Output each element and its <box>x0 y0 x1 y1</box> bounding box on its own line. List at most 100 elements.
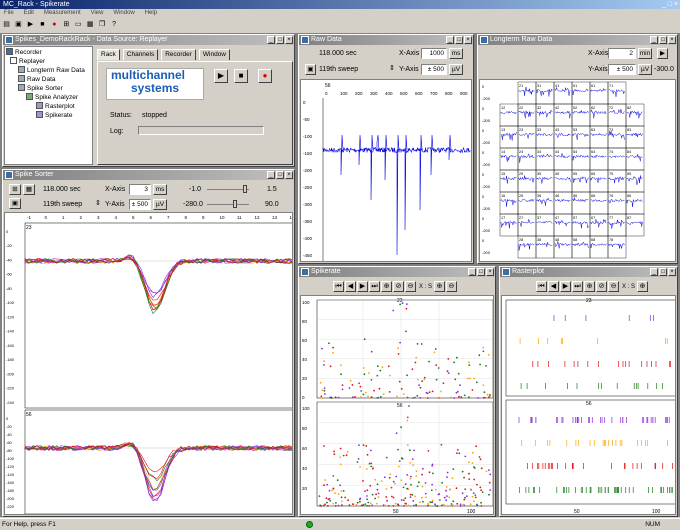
maximize-icon[interactable]: □ <box>477 268 485 276</box>
tile-icon[interactable]: ▦ <box>85 20 95 29</box>
longterm-channel-label: 36 <box>537 194 541 198</box>
menu-window[interactable]: Window <box>113 10 134 16</box>
zoom-in-icon[interactable]: ⊕ <box>381 281 392 292</box>
close-icon[interactable]: × <box>486 268 494 276</box>
first-icon[interactable]: ⏮ <box>333 281 344 292</box>
tab-recorder[interactable]: Recorder <box>161 49 196 60</box>
maximize-icon[interactable]: □ <box>276 36 284 44</box>
maximize-icon[interactable]: □ <box>455 36 463 44</box>
window-controls[interactable]: _ □ × <box>662 0 678 9</box>
spikerate-point <box>344 496 346 499</box>
menu-measurement[interactable]: Measurement <box>44 10 81 16</box>
close-icon[interactable]: × <box>668 36 676 44</box>
sorter-view-icon[interactable]: ⊞ <box>9 184 21 195</box>
first-icon[interactable]: ⏮ <box>536 281 547 292</box>
sorter-spin-icon[interactable]: ⇕ <box>95 199 101 207</box>
longterm-yaxis-value[interactable]: ± 500 <box>608 64 636 75</box>
zoom-in-icon[interactable]: ⊕ <box>584 281 595 292</box>
longterm-yaxis-unit[interactable]: µV <box>638 64 652 75</box>
longterm-yaxis-label: Y-Axis <box>588 66 608 73</box>
tab-channels[interactable]: Channels <box>122 49 159 60</box>
menu-file[interactable]: File <box>4 10 14 16</box>
minimize-icon[interactable]: _ <box>267 36 275 44</box>
save-icon[interactable]: ▣ <box>13 20 23 29</box>
next-icon[interactable]: ▶ <box>560 281 571 292</box>
play-icon[interactable]: ▶ <box>25 20 35 29</box>
tree-item-spikeanalyzer[interactable]: Spike Analyzer <box>6 93 91 102</box>
sorter-thr2-slider[interactable] <box>207 204 249 205</box>
sorter-xaxis-unit[interactable]: ms <box>153 184 167 195</box>
last-icon[interactable]: ⏭ <box>572 281 583 292</box>
zoom-reset-icon[interactable]: ⊘ <box>393 281 404 292</box>
tree-item-spikesorter[interactable]: Spike Sorter <box>6 84 91 93</box>
tree-item-recorder[interactable]: Recorder <box>6 48 91 57</box>
zoom-y-icon[interactable]: ⊖ <box>445 281 457 292</box>
zoom-out-icon[interactable]: ⊖ <box>608 281 619 292</box>
window-icon[interactable]: ▭ <box>73 20 83 29</box>
longterm-xaxis-value[interactable]: 2 <box>608 48 636 59</box>
prev-icon[interactable]: ◀ <box>548 281 559 292</box>
status-text: For Help, press F1 <box>2 521 56 528</box>
sorter-yaxis-value[interactable]: ± 500 <box>129 199 151 210</box>
tab-rack[interactable]: Rack <box>97 49 120 60</box>
minimize-icon[interactable]: _ <box>446 36 454 44</box>
spikerate-point <box>468 478 471 480</box>
menu-view[interactable]: View <box>91 10 104 16</box>
zoom-x-icon[interactable]: ⊕ <box>636 281 648 292</box>
rack-play-button[interactable]: ▶ <box>214 69 228 83</box>
zoom-reset-icon[interactable]: ⊘ <box>596 281 607 292</box>
rack-stop-button[interactable]: ■ <box>234 69 248 83</box>
tree-item-replayer[interactable]: Replayer <box>6 57 91 66</box>
rawdata-save-icon[interactable]: ▣ <box>305 64 316 75</box>
longterm-xaxis-unit[interactable]: min <box>638 48 652 59</box>
spikerate-point <box>489 489 492 491</box>
rawdata-xaxis-unit[interactable]: ms <box>449 48 463 59</box>
menu-edit[interactable]: Edit <box>24 10 34 16</box>
sorter-thr1-handle[interactable] <box>243 185 247 193</box>
spikerate-point <box>405 307 408 310</box>
tree-item-rawdata[interactable]: Raw Data <box>6 75 91 84</box>
close-icon[interactable]: × <box>464 36 472 44</box>
menu-help[interactable]: Help <box>145 10 157 16</box>
tree-item-spikerate[interactable]: Spikerate <box>6 111 91 120</box>
config-icon[interactable]: ⊞ <box>61 20 71 29</box>
maximize-icon[interactable]: □ <box>659 36 667 44</box>
zoom-out-icon[interactable]: ⊖ <box>405 281 416 292</box>
tree-item-longterm[interactable]: Longterm Raw Data <box>6 66 91 75</box>
spikerate-point <box>407 504 410 507</box>
rawdata-xaxis-value[interactable]: 1000 <box>421 48 447 59</box>
sorter-save-icon[interactable]: ▣ <box>9 198 21 209</box>
rack-panel: multichannel systems ▶ ■ ● Status: stopp… <box>97 61 293 165</box>
rack-record-button[interactable]: ● <box>258 69 272 83</box>
spikerate-ytick: 20 <box>302 376 308 381</box>
close-icon[interactable]: × <box>668 268 676 276</box>
next-icon[interactable]: ▶ <box>357 281 368 292</box>
prev-icon[interactable]: ◀ <box>345 281 356 292</box>
sorter-grid-icon[interactable]: ▦ <box>23 184 35 195</box>
record-icon[interactable]: ● <box>49 20 59 29</box>
minimize-icon[interactable]: _ <box>468 268 476 276</box>
rawdata-yaxis-unit[interactable]: µV <box>449 64 463 75</box>
sorter-thr2-handle[interactable] <box>233 200 237 208</box>
sorter-xaxis-value[interactable]: 3 <box>129 184 151 195</box>
stop-icon[interactable]: ■ <box>37 20 47 29</box>
maximize-icon[interactable]: □ <box>659 268 667 276</box>
minimize-icon[interactable]: _ <box>267 171 275 179</box>
last-icon[interactable]: ⏭ <box>369 281 380 292</box>
longterm-play-icon[interactable]: ▶ <box>657 48 668 59</box>
zoom-x-icon[interactable]: ⊕ <box>433 281 445 292</box>
minimize-icon[interactable]: _ <box>650 36 658 44</box>
rawdata-spin-icon[interactable]: ⇕ <box>389 64 395 72</box>
open-icon[interactable]: ▤ <box>2 20 11 29</box>
close-icon[interactable]: × <box>285 36 293 44</box>
minimize-icon[interactable]: _ <box>650 268 658 276</box>
sorter-yaxis-unit[interactable]: µV <box>153 199 167 210</box>
maximize-icon[interactable]: □ <box>276 171 284 179</box>
spikerate-point <box>455 391 458 394</box>
close-icon[interactable]: × <box>285 171 293 179</box>
help-icon[interactable]: ? <box>109 20 119 29</box>
cascade-icon[interactable]: ❐ <box>97 20 107 29</box>
tree-item-rasterplot[interactable]: Rasterplot <box>6 102 91 111</box>
tab-window[interactable]: Window <box>198 49 230 60</box>
rawdata-yaxis-value[interactable]: ± 500 <box>421 64 447 75</box>
